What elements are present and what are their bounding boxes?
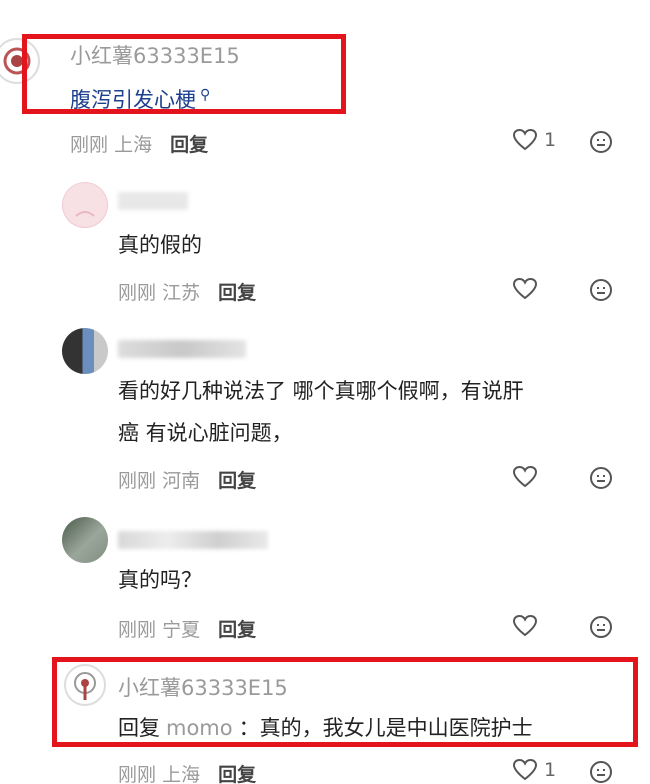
emoji-reply-icon	[590, 761, 612, 783]
location: 上海	[114, 134, 153, 156]
username-redacted	[118, 531, 268, 549]
emoji-reply-button[interactable]	[589, 278, 613, 306]
like-button[interactable]: 1	[512, 128, 556, 152]
comment-meta: 刚刚 上海 回复	[118, 760, 256, 784]
avatar[interactable]	[62, 517, 108, 563]
location: 宁夏	[162, 619, 201, 641]
comment-2: 真的假的 刚刚 江苏 回复	[0, 170, 650, 320]
emoji-reply-icon	[590, 131, 612, 153]
reply-button[interactable]: 回复	[218, 764, 256, 784]
emoji-reply-button[interactable]	[589, 466, 613, 494]
like-button[interactable]	[512, 614, 538, 638]
avatar[interactable]	[62, 328, 108, 374]
username-redacted	[118, 192, 188, 210]
timestamp: 刚刚	[118, 470, 157, 492]
timestamp: 刚刚	[118, 619, 157, 641]
heart-icon	[512, 614, 538, 637]
timestamp: 刚刚	[118, 764, 157, 784]
emoji-reply-button[interactable]	[589, 760, 613, 784]
avatar-image-icon	[63, 183, 107, 227]
emoji-reply-button[interactable]	[589, 615, 613, 643]
location: 河南	[162, 470, 201, 492]
like-button[interactable]	[512, 277, 538, 301]
highlight-box	[52, 657, 638, 747]
like-count: 1	[544, 759, 557, 781]
location: 江苏	[162, 282, 201, 304]
reply-button[interactable]: 回复	[218, 619, 256, 641]
timestamp: 刚刚	[118, 282, 157, 304]
emoji-reply-icon	[590, 467, 612, 489]
avatar[interactable]	[62, 182, 108, 228]
like-count: 1	[544, 129, 557, 151]
comment-text-line-2[interactable]: 癌 有说心脏问题，	[118, 412, 293, 454]
comment-4: 真的吗？ 刚刚 宁夏 回复	[0, 505, 650, 650]
heart-icon	[512, 277, 538, 300]
emoji-reply-icon	[590, 279, 612, 301]
username-redacted	[118, 340, 246, 358]
comment-text[interactable]: 真的假的	[118, 224, 202, 266]
reply-button[interactable]: 回复	[218, 470, 256, 492]
comment-text-line-1[interactable]: 看的好几种说法了 哪个真哪个假啊，有说肝	[118, 370, 524, 412]
comment-text[interactable]: 真的吗？	[118, 559, 202, 601]
reply-button[interactable]: 回复	[218, 282, 256, 304]
like-button[interactable]	[512, 465, 538, 489]
comment-meta: 刚刚 江苏 回复	[118, 278, 256, 305]
highlight-box	[22, 34, 346, 114]
reply-button[interactable]: 回复	[170, 134, 208, 156]
timestamp: 刚刚	[70, 134, 109, 156]
emoji-reply-icon	[590, 616, 612, 638]
heart-icon	[512, 758, 538, 781]
comment-meta: 刚刚 上海 回复	[70, 130, 208, 157]
like-button[interactable]: 1	[512, 758, 556, 782]
location: 上海	[162, 764, 201, 784]
comment-meta: 刚刚 河南 回复	[118, 466, 256, 493]
comment-3: 看的好几种说法了 哪个真哪个假啊，有说肝 癌 有说心脏问题， 刚刚 河南 回复	[0, 320, 650, 505]
heart-icon	[512, 465, 538, 488]
comment-meta: 刚刚 宁夏 回复	[118, 615, 256, 642]
heart-icon	[512, 128, 538, 151]
emoji-reply-button[interactable]	[589, 130, 613, 158]
